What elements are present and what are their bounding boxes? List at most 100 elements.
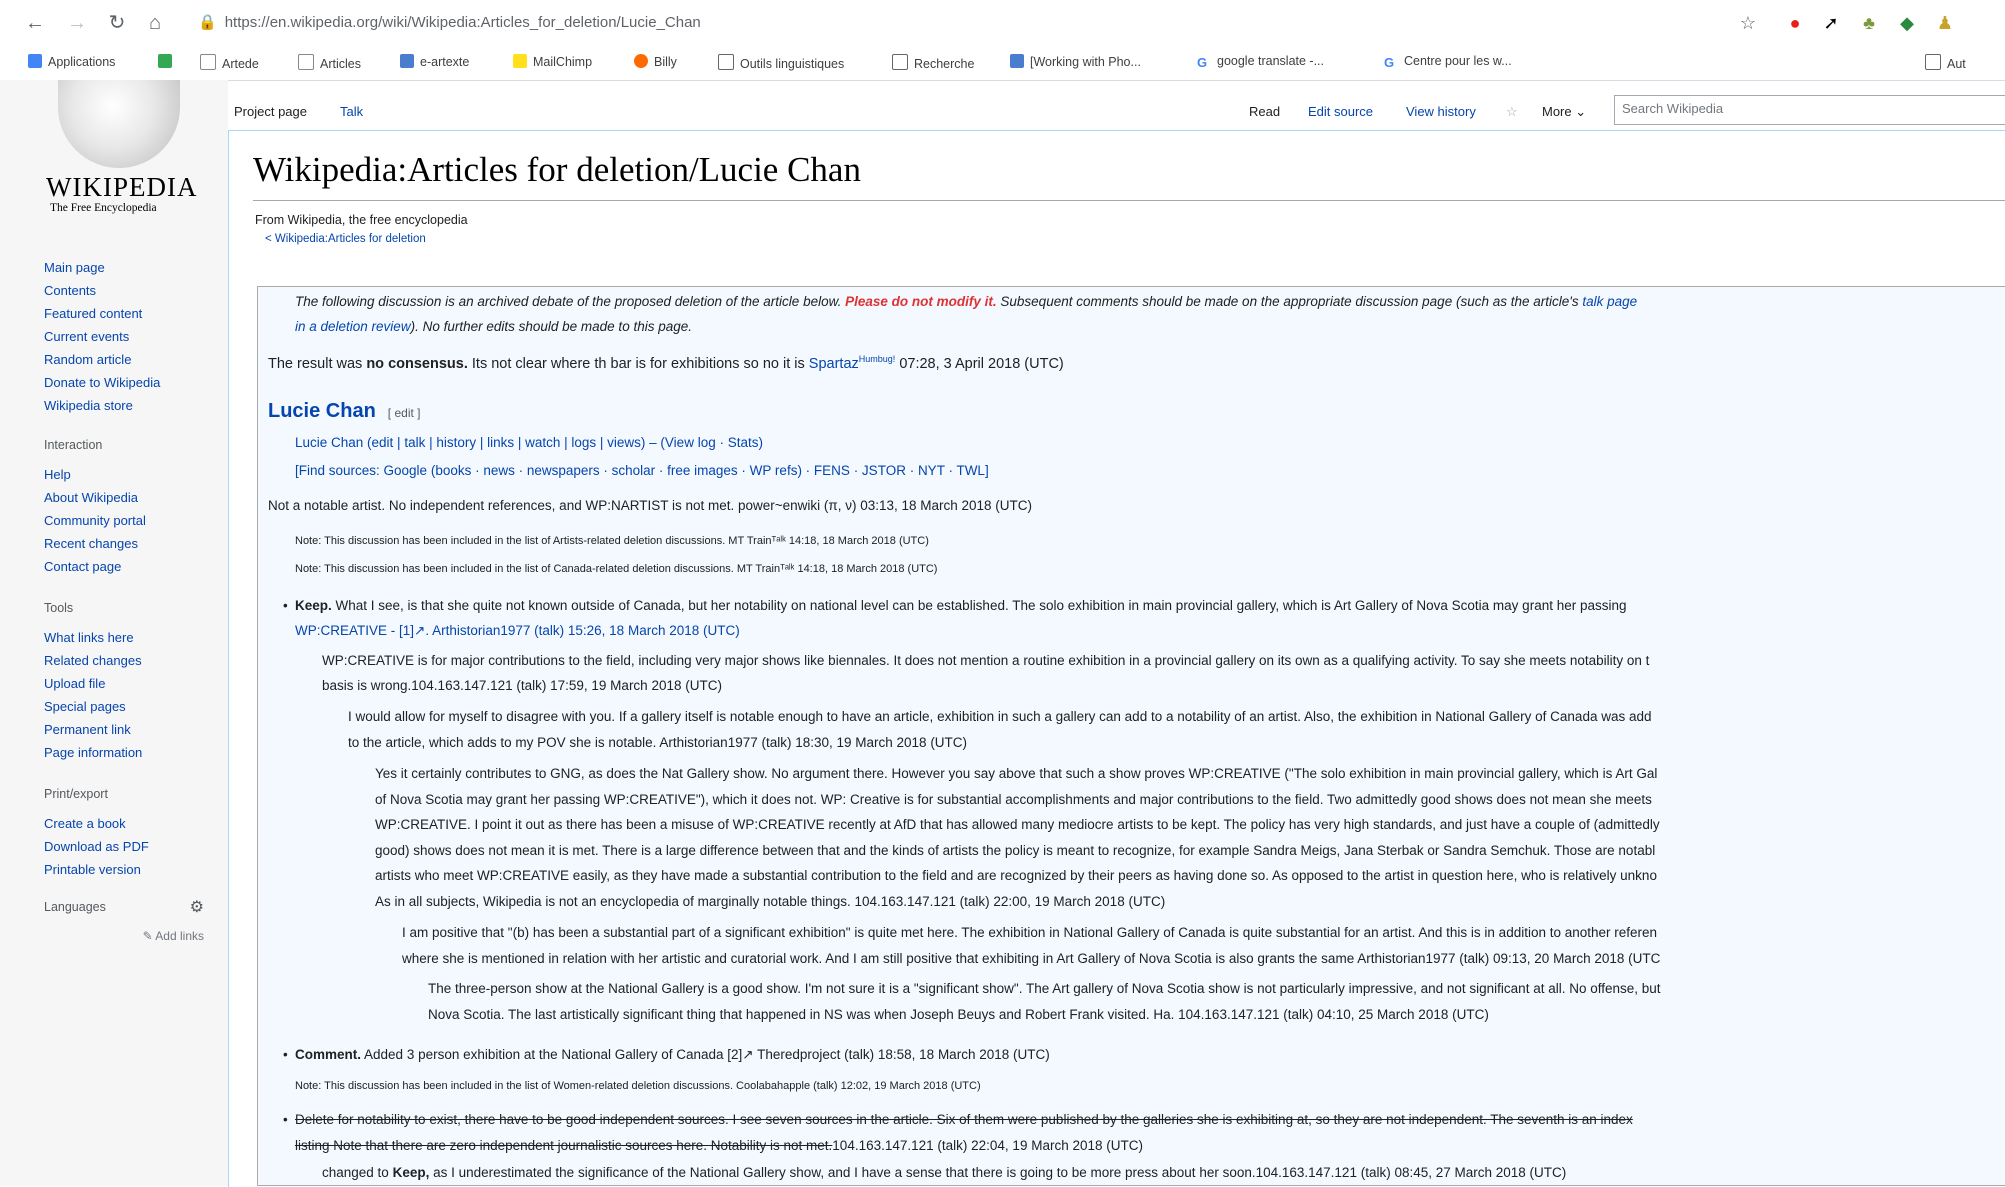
print-heading: Print/export bbox=[44, 787, 108, 801]
doc-icon bbox=[400, 54, 414, 68]
sidebar-item-community[interactable]: Community portal bbox=[44, 509, 146, 532]
sidebar-item-help[interactable]: Help bbox=[44, 463, 146, 486]
tools-heading: Tools bbox=[44, 601, 74, 615]
languages-heading: Languages ⚙ bbox=[44, 896, 204, 919]
sidebar-item-contents[interactable]: Contents bbox=[44, 279, 160, 302]
bookmark-recherche[interactable]: Recherche bbox=[892, 54, 974, 71]
extension-icon[interactable]: ◆ bbox=[1894, 10, 1920, 36]
reply-5: The three-person show at the National Ga… bbox=[428, 981, 1661, 996]
archive-notice-2: in a deletion review). No further edits … bbox=[295, 319, 692, 334]
reply-1b: basis is wrong.104.163.147.121 (talk) 17… bbox=[322, 678, 722, 693]
sidebar-item-related[interactable]: Related changes bbox=[44, 649, 142, 672]
reply-2: I would allow for myself to disagree wit… bbox=[348, 709, 1652, 724]
bookmarks-bar: Applications Artede Articles e-artexte M… bbox=[0, 46, 2005, 81]
sidebar-item-printable[interactable]: Printable version bbox=[44, 858, 149, 881]
extension-icon[interactable]: ♣ bbox=[1856, 10, 1882, 36]
logo-tagline: The Free Encyclopedia bbox=[50, 202, 157, 214]
bookmark-google-translate[interactable]: Ggoogle translate -... bbox=[1197, 54, 1324, 70]
sidebar-item-permanent[interactable]: Permanent link bbox=[44, 718, 142, 741]
tab-talk[interactable]: Talk bbox=[340, 104, 363, 119]
sidebar-item-about[interactable]: About Wikipedia bbox=[44, 486, 146, 509]
sidebar-item-what-links[interactable]: What links here bbox=[44, 626, 142, 649]
sidebar-item-main-page[interactable]: Main page bbox=[44, 256, 160, 279]
nomination-text: Not a notable artist. No independent ref… bbox=[268, 498, 1033, 513]
home-icon[interactable]: ⌂ bbox=[142, 10, 168, 36]
mailchimp-icon bbox=[513, 54, 527, 68]
google-icon: G bbox=[1384, 55, 1395, 70]
tab-more[interactable]: More ⌄ bbox=[1542, 104, 1586, 120]
note-canada: Note: This discussion has been included … bbox=[295, 563, 938, 575]
bookmark-centre[interactable]: G Centre pour les w... bbox=[1384, 54, 1512, 70]
url-text: https://en.wikipedia.org/wiki/Wikipedia:… bbox=[224, 14, 701, 31]
tab-project-page[interactable]: Project page bbox=[234, 104, 307, 119]
page-title: Wikipedia:Articles for deletion/Lucie Ch… bbox=[253, 150, 861, 189]
add-links-link[interactable]: ✎ Add links bbox=[44, 925, 204, 948]
article-links-row[interactable]: Lucie Chan (edit | talk | history | link… bbox=[295, 435, 763, 450]
section-heading: Lucie Chan[ edit ] bbox=[268, 400, 421, 422]
tab-read[interactable]: Read bbox=[1249, 104, 1280, 119]
reply-1: WP:CREATIVE is for major contributions t… bbox=[322, 653, 1650, 668]
sidebar-item-recent-changes[interactable]: Recent changes bbox=[44, 532, 146, 555]
delete-comment: Delete for notability to exist, there ha… bbox=[283, 1112, 1633, 1127]
bookmark-working[interactable]: [Working with Pho... bbox=[1010, 54, 1141, 69]
sidebar-item-store[interactable]: Wikipedia store bbox=[44, 394, 160, 417]
reply-3e: artists who meet WP:CREATIVE easily, as … bbox=[375, 868, 1657, 883]
bookmark-applications[interactable]: Applications bbox=[28, 54, 115, 69]
bookmark-e-artexte[interactable]: e-artexte bbox=[400, 54, 469, 69]
sidebar-item-current-events[interactable]: Current events bbox=[44, 325, 160, 348]
forward-arrow-icon[interactable]: → bbox=[64, 10, 90, 36]
sidebar-item-special[interactable]: Special pages bbox=[44, 695, 142, 718]
gear-icon[interactable]: ⚙ bbox=[190, 896, 204, 919]
reload-icon[interactable]: ↻ bbox=[104, 10, 130, 36]
tab-view-history[interactable]: View history bbox=[1406, 104, 1476, 119]
keep-comment-2[interactable]: WP:CREATIVE - [1]↗. Arthistorian1977 (ta… bbox=[295, 623, 740, 639]
back-arrow-icon[interactable]: ← bbox=[22, 10, 48, 36]
bookmark-articles[interactable]: Articles bbox=[298, 54, 361, 71]
user-link[interactable]: Spartaz bbox=[809, 356, 859, 372]
arrow-extension-icon[interactable]: ➚ bbox=[1818, 10, 1844, 36]
sidebar-item-donate[interactable]: Donate to Wikipedia bbox=[44, 371, 160, 394]
bookmark-drive[interactable] bbox=[158, 54, 178, 69]
sidebar-item-featured[interactable]: Featured content bbox=[44, 302, 160, 325]
address-bar[interactable]: 🔒 https://en.wikipedia.org/wiki/Wikipedia… bbox=[198, 13, 701, 31]
folder-icon bbox=[718, 54, 734, 70]
reply-5b: Nova Scotia. The last artistically signi… bbox=[428, 1007, 1489, 1022]
reply-3d: good) shows does not mean it is met. The… bbox=[375, 843, 1656, 858]
sidebar-item-page-info[interactable]: Page information bbox=[44, 741, 142, 764]
bookmark-outils[interactable]: Outils linguistiques bbox=[718, 54, 844, 71]
site-sub: From Wikipedia, the free encyclopedia bbox=[255, 213, 468, 227]
sidebar-item-download-pdf[interactable]: Download as PDF bbox=[44, 835, 149, 858]
bookmark-other[interactable]: Aut bbox=[1925, 54, 1966, 71]
nav-portlet: Main page Contents Featured content Curr… bbox=[44, 256, 160, 417]
sidebar-item-upload[interactable]: Upload file bbox=[44, 672, 142, 695]
print-portlet: Print/export Create a book Download as P… bbox=[44, 783, 149, 881]
apps-grid-icon bbox=[28, 54, 42, 68]
folder-icon bbox=[892, 54, 908, 70]
bookmark-billy[interactable]: Billy bbox=[634, 54, 677, 69]
watch-star-icon[interactable]: ☆ bbox=[1506, 104, 1518, 120]
wikipedia-globe-logo[interactable] bbox=[58, 80, 180, 168]
extension-icon[interactable]: ♟ bbox=[1932, 10, 1958, 36]
search-input[interactable]: Search Wikipedia bbox=[1614, 95, 2005, 125]
reply-2b: to the article, which adds to my POV she… bbox=[348, 735, 968, 750]
talk-page-link[interactable]: talk page bbox=[1582, 294, 1637, 309]
sidebar-item-create-book[interactable]: Create a book bbox=[44, 812, 149, 835]
deletion-review-link[interactable]: in a deletion review bbox=[295, 319, 411, 334]
bookmark-artede[interactable]: Artede bbox=[200, 54, 259, 71]
opera-extension-icon[interactable]: ● bbox=[1782, 10, 1808, 36]
subpages-link[interactable]: < Wikipedia:Articles for deletion bbox=[265, 233, 426, 245]
keep-comment: Keep. What I see, is that she quite not … bbox=[283, 598, 1627, 613]
interaction-portlet: Interaction Help About Wikipedia Communi… bbox=[44, 434, 146, 578]
delete-comment-2: listing Note that there are zero indepen… bbox=[295, 1138, 1143, 1153]
bookmark-star-icon[interactable]: ☆ bbox=[1735, 10, 1761, 36]
sidebar-item-random[interactable]: Random article bbox=[44, 348, 160, 371]
reply-4b: where she is mentioned in relation with … bbox=[402, 951, 1661, 966]
tab-edit-source[interactable]: Edit source bbox=[1308, 104, 1373, 119]
browser-toolbar: ← → ↻ ⌂ 🔒 https://en.wikipedia.org/wiki/W… bbox=[0, 0, 2005, 46]
find-sources-row[interactable]: [Find sources: Google (books · news · ne… bbox=[295, 463, 989, 478]
sidebar-item-contact[interactable]: Contact page bbox=[44, 555, 146, 578]
logo-wordmark[interactable]: WIKIPEDIA bbox=[46, 172, 197, 203]
edit-section-link[interactable]: [ edit ] bbox=[388, 406, 421, 420]
bookmark-mailchimp[interactable]: MailChimp bbox=[513, 54, 592, 69]
reply-3b: of Nova Scotia may grant her passing WP:… bbox=[375, 792, 1652, 807]
